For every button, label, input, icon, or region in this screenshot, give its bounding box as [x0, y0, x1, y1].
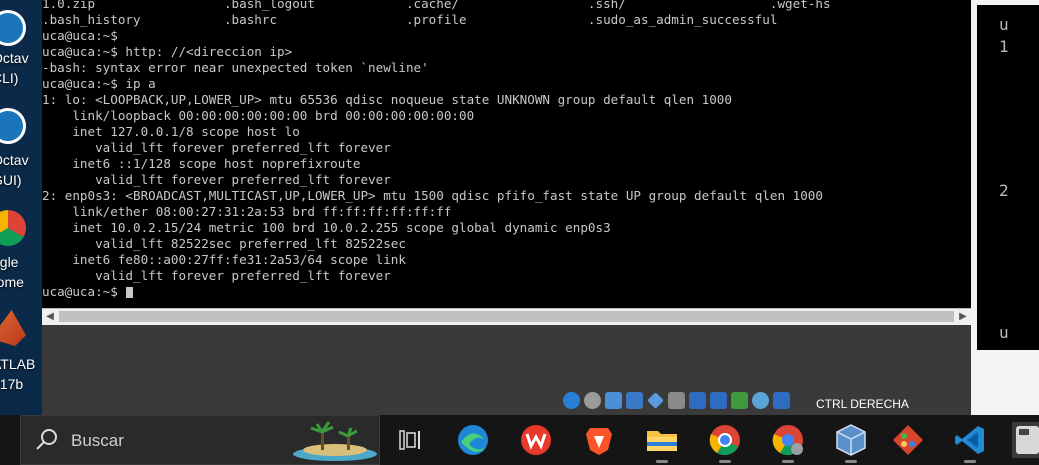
taskbar: Buscar: [0, 415, 1039, 465]
shared-folders-icon[interactable]: [668, 392, 685, 409]
keyboard-capture-icon[interactable]: [773, 392, 790, 409]
terminal-line: valid_lft forever preferred_lft forever: [42, 172, 391, 187]
terminal-line: inet6 ::1/128 scope host noprefixroute: [42, 156, 361, 171]
terminal-line: uca@uca:~$ ip a: [42, 76, 156, 91]
right-window-terminal: u 1 2 u: [977, 5, 1039, 350]
search-box[interactable]: Buscar: [20, 415, 380, 465]
running-indicator: [964, 460, 976, 463]
right-window-text: 2: [999, 181, 1009, 200]
terminal-line: link/loopback 00:00:00:00:00:00 brd 00:0…: [42, 108, 475, 123]
taskbar-vscode[interactable]: [952, 422, 988, 463]
taskbar-extra-app[interactable]: [1012, 422, 1039, 458]
scrollbar-thumb[interactable]: [59, 311, 954, 322]
terminal-line: 2: enp0s3: <BROADCAST,MULTICAST,UP,LOWER…: [42, 188, 823, 203]
terminal-line: -bash: syntax error near unexpected toke…: [42, 60, 429, 75]
desktop-icon-label: 017b: [0, 376, 24, 392]
terminal-line: inet 10.0.2.15/24 metric 100 brd 10.0.2.…: [42, 220, 611, 235]
right-window[interactable]: u 1 2 u: [971, 0, 1039, 415]
taskbar-chrome[interactable]: [707, 422, 743, 463]
terminal-line: link/ether 08:00:27:31:2a:53 brd ff:ff:f…: [42, 204, 452, 219]
desktop-icon-label: ogle: [0, 254, 19, 270]
git-icon: [893, 425, 923, 455]
app-icon: [1016, 426, 1039, 454]
taskbar-virtualbox[interactable]: [833, 422, 869, 463]
desktop-icon-label: Octav: [0, 152, 29, 168]
desktop-icon-label: ATLAB: [0, 356, 36, 372]
virtualbox-icon: [836, 424, 866, 456]
taskbar-edge[interactable]: [455, 422, 491, 458]
cpu-icon[interactable]: [731, 392, 748, 409]
desktop-icon-label: Octav: [0, 50, 29, 66]
terminal-line: valid_lft 82522sec preferred_lft 82522se…: [42, 236, 406, 251]
terminal-line: inet 127.0.0.1/8 scope host lo: [42, 124, 300, 139]
horizontal-scrollbar[interactable]: ◀ ▶: [42, 308, 971, 325]
edge-icon: [458, 425, 488, 455]
right-window-text: u: [999, 323, 1009, 342]
island-illustration-icon: [293, 421, 377, 461]
terminal-line: uca@uca:~$ http: //<direccion ip>: [42, 44, 293, 59]
brave-icon: [586, 428, 612, 455]
taskbar-git[interactable]: [890, 422, 926, 458]
wps-office-icon: [521, 425, 551, 455]
vm-window[interactable]: 1.0.zip .bash_logout .cache/ .ssh/ .wget…: [42, 0, 971, 415]
chrome-icon: [709, 425, 740, 456]
video-capture-icon[interactable]: [710, 392, 727, 409]
folder-icon: [647, 431, 677, 451]
search-placeholder: Buscar: [71, 431, 124, 450]
taskbar-brave[interactable]: [581, 422, 617, 458]
chrome-icon: [0, 210, 26, 246]
terminal-line: .bash_history .bashrc .profile .sudo_as_…: [42, 12, 778, 27]
task-view-button[interactable]: [392, 422, 428, 458]
running-indicator: [719, 460, 731, 463]
taskbar-chrome-profile[interactable]: [770, 422, 806, 463]
terminal-line: valid_lft forever preferred_lft forever: [42, 268, 391, 283]
task-view-icon: [399, 430, 420, 450]
running-indicator: [656, 460, 668, 463]
taskbar-file-explorer[interactable]: [644, 422, 680, 463]
desktop-icon-label: CLI): [0, 70, 19, 86]
terminal-screen[interactable]: 1.0.zip .bash_logout .cache/ .ssh/ .wget…: [42, 0, 971, 308]
terminal-line: uca@uca:~$: [42, 284, 126, 299]
terminal-line: 1.0.zip .bash_logout .cache/ .ssh/ .wget…: [42, 0, 831, 11]
right-window-text: 1: [999, 37, 1009, 56]
desktop-icon-label: GUI): [0, 172, 22, 188]
hard-disk-icon[interactable]: [563, 392, 580, 409]
terminal-line: valid_lft forever preferred_lft forever: [42, 140, 391, 155]
right-window-text: u: [999, 15, 1009, 34]
terminal-cursor: [126, 287, 133, 298]
mouse-integration-icon[interactable]: [752, 392, 769, 409]
terminal-line: uca@uca:~$: [42, 28, 118, 43]
terminal-line: inet6 fe80::a00:27ff:fe31:2a53/64 scope …: [42, 252, 406, 267]
network-icon[interactable]: [626, 392, 643, 409]
running-indicator: [845, 460, 857, 463]
host-key-label: CTRL DERECHA: [816, 397, 909, 411]
matlab-icon: [0, 310, 26, 346]
audio-icon[interactable]: [605, 392, 622, 409]
octave-icon: [0, 108, 26, 144]
running-indicator: [782, 460, 794, 463]
optical-drive-icon[interactable]: [584, 392, 601, 409]
display-icon[interactable]: [689, 392, 706, 409]
taskbar-wps-office[interactable]: [518, 422, 554, 458]
octave-icon: [0, 10, 26, 46]
search-icon: [36, 429, 57, 450]
scroll-right-arrow-icon[interactable]: ▶: [955, 309, 971, 325]
desktop: Octav CLI) Octav GUI) ogle rome ATLAB 01…: [0, 0, 42, 415]
desktop-icon-label: rome: [0, 274, 24, 290]
scroll-left-arrow-icon[interactable]: ◀: [42, 309, 58, 325]
chrome-profile-icon: [772, 425, 803, 456]
vscode-icon: [955, 426, 984, 454]
terminal-line: 1: lo: <LOOPBACK,UP,LOWER_UP> mtu 65536 …: [42, 92, 732, 107]
